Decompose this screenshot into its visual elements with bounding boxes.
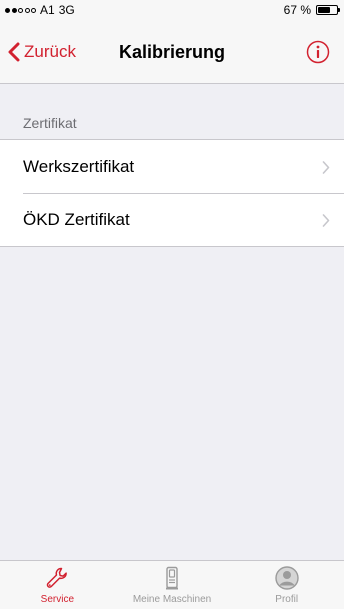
tab-label: Meine Maschinen (132, 594, 212, 605)
battery-fill (318, 7, 331, 13)
tab-label: Profil (275, 594, 299, 605)
status-bar: A1 3G 67 % (0, 0, 344, 20)
tab-bar: Service Meine Maschinen Profil (0, 560, 344, 609)
list-item-werkszertifikat[interactable]: Werkszertifikat (0, 140, 344, 193)
tab-label: Service (40, 594, 75, 605)
section-header: Zertifikat (0, 84, 344, 139)
certificate-list: Werkszertifikat ÖKD Zertifikat (0, 139, 344, 247)
chevron-right-icon (322, 213, 330, 227)
network-label: 3G (58, 3, 75, 17)
chevron-right-icon (322, 160, 330, 174)
list-item-oekd-zertifikat[interactable]: ÖKD Zertifikat (0, 193, 344, 246)
carrier-label: A1 (40, 3, 55, 17)
signal-strength-icon (5, 7, 36, 13)
battery-percent: 67 % (283, 3, 311, 17)
info-circle-icon[interactable] (306, 40, 330, 64)
status-right: 67 % (283, 3, 340, 17)
tab-profil[interactable]: Profil (229, 561, 344, 609)
navigation-bar: Zurück Kalibrierung (0, 20, 344, 84)
tab-service[interactable]: Service (0, 561, 115, 609)
wrench-icon (47, 567, 68, 588)
machine-icon (166, 566, 178, 590)
chevron-left-icon (8, 42, 20, 62)
section-header-label: Zertifikat (23, 115, 77, 131)
list-item-label: ÖKD Zertifikat (23, 209, 130, 229)
tab-meine-maschinen[interactable]: Meine Maschinen (115, 561, 230, 609)
battery-icon (316, 5, 340, 15)
back-button[interactable]: Zurück (8, 20, 76, 84)
back-button-label: Zurück (24, 42, 76, 61)
profile-icon (274, 566, 299, 590)
list-item-label: Werkszertifikat (23, 156, 135, 176)
status-left: A1 3G (5, 3, 75, 17)
